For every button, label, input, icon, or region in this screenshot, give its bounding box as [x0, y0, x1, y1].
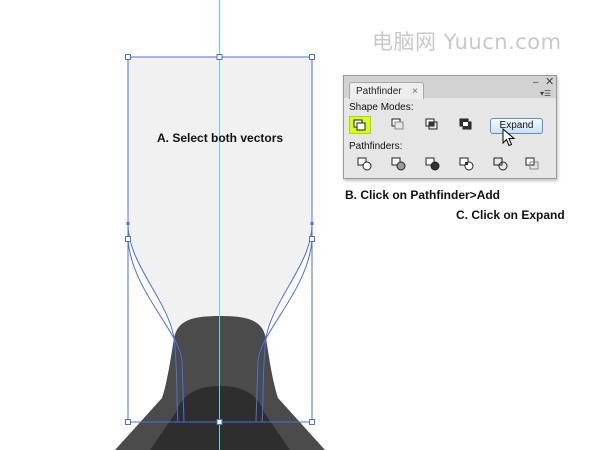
unite-icon: [353, 119, 366, 131]
handle-bottom-right[interactable]: [309, 419, 315, 425]
pathfinder-panel: Pathfinder × – ✕ ▾☰ Shape Modes: Expand …: [343, 75, 557, 179]
tab-pathfinder[interactable]: Pathfinder ×: [349, 82, 424, 99]
annotation-select-vectors: A. Select both vectors: [157, 131, 284, 145]
shape-modes-label: Shape Modes:: [349, 102, 414, 113]
handle-middle-right[interactable]: [309, 236, 315, 242]
handle-middle-left[interactable]: [125, 236, 131, 242]
handle-top-center[interactable]: [216, 54, 223, 60]
outline-icon: [493, 157, 508, 171]
mouse-pointer-icon: [502, 128, 516, 147]
divide-button[interactable]: [354, 155, 376, 173]
exclude-icon: [459, 118, 472, 130]
merge-button[interactable]: [422, 155, 444, 173]
handle-bottom-center[interactable]: [216, 419, 223, 425]
handle-bottom-left[interactable]: [125, 419, 131, 425]
minus-front-button[interactable]: [388, 116, 410, 134]
minimize-icon[interactable]: –: [533, 78, 539, 88]
merge-icon: [425, 157, 440, 171]
crop-button[interactable]: [456, 155, 478, 173]
annotation-pathfinder-add: B. Click on Pathfinder>Add: [345, 188, 501, 202]
expand-button[interactable]: Expand: [490, 118, 543, 134]
anchor-point[interactable]: [126, 222, 130, 225]
crop-icon: [459, 157, 474, 171]
trim-button[interactable]: [388, 155, 410, 173]
outline-button[interactable]: [490, 155, 512, 173]
minus-back-icon: [525, 157, 539, 170]
panel-menu-icon[interactable]: ▾☰: [540, 90, 551, 98]
unite-button[interactable]: [349, 116, 371, 134]
intersect-icon: [425, 118, 438, 130]
panel-titlebar[interactable]: Pathfinder × – ✕ ▾☰: [344, 76, 556, 99]
divide-icon: [357, 157, 372, 171]
tab-close-icon[interactable]: ×: [412, 83, 418, 100]
handle-top-left[interactable]: [125, 54, 131, 60]
minus-back-button[interactable]: [522, 155, 544, 173]
tab-label: Pathfinder: [356, 86, 402, 97]
exclude-button[interactable]: [456, 116, 478, 134]
annotation-click-expand: C. Click on Expand: [456, 208, 565, 222]
trim-icon: [391, 157, 406, 171]
artboard-canvas[interactable]: [0, 0, 600, 450]
close-icon[interactable]: ✕: [545, 77, 554, 88]
anchor-point[interactable]: [310, 222, 314, 225]
site-watermark: 电脑网 Yuucn.com: [372, 30, 562, 54]
pathfinders-label: Pathfinders:: [349, 141, 403, 152]
intersect-button[interactable]: [422, 116, 444, 134]
handle-top-right[interactable]: [309, 54, 315, 60]
minus-front-icon: [391, 118, 404, 130]
